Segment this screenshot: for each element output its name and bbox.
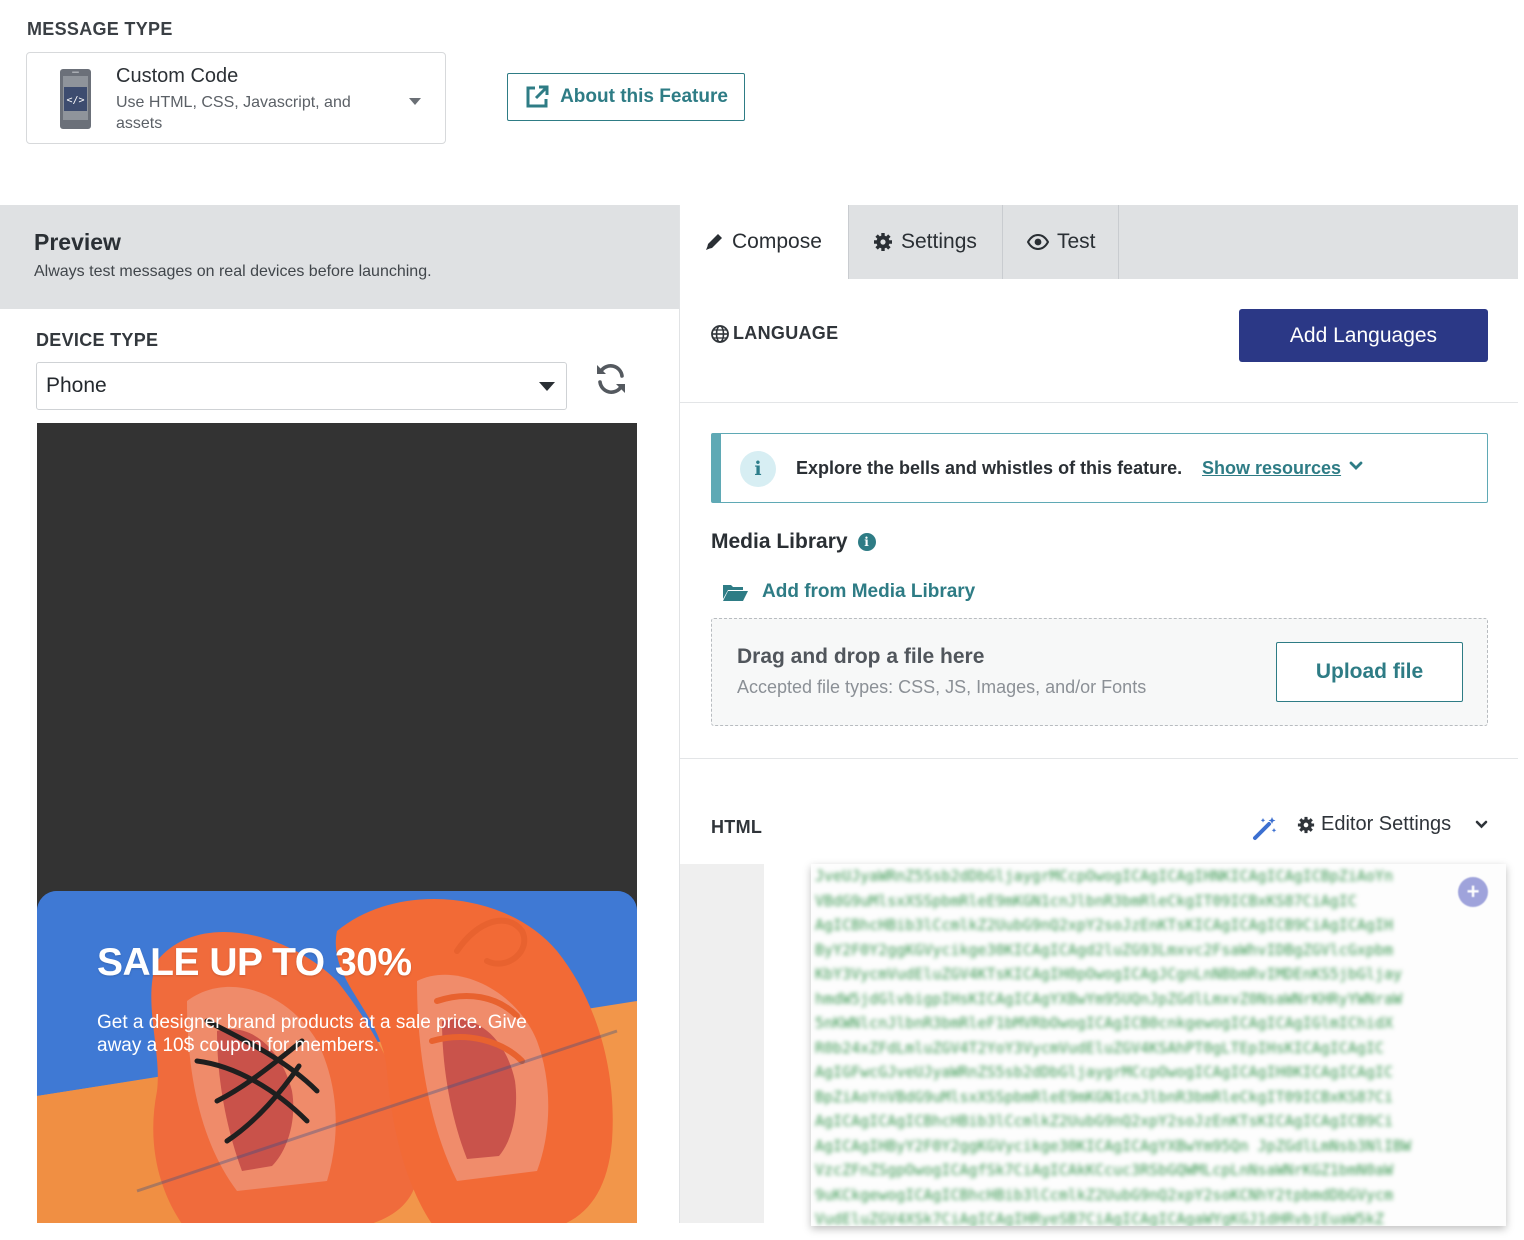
- language-label-text: LANGUAGE: [733, 323, 839, 343]
- device-type-value: Phone: [46, 374, 107, 397]
- upload-file-button[interactable]: Upload file: [1276, 642, 1463, 702]
- preview-title: Preview: [34, 229, 121, 255]
- language-label: LANGUAGE: [711, 323, 838, 344]
- pencil-icon: [706, 234, 722, 250]
- promo-card: SALE UP TO 30% Get a designer brand prod…: [37, 891, 637, 1223]
- eye-icon: [1027, 234, 1049, 250]
- chevron-down-icon: [409, 98, 421, 105]
- divider: [680, 758, 1518, 759]
- dropzone-subtitle: Accepted file types: CSS, JS, Images, an…: [737, 677, 1147, 697]
- external-link-icon: [526, 85, 549, 108]
- promo-text: Get a designer brand products at a sale …: [97, 1012, 527, 1056]
- tab-test[interactable]: Test: [1003, 205, 1119, 279]
- tabs-bar: Compose Settings Test: [680, 205, 1518, 279]
- info-icon: i: [740, 451, 776, 487]
- editor-add-button[interactable]: [1458, 877, 1488, 907]
- media-library-title-text: Media Library: [711, 530, 848, 553]
- tab-settings[interactable]: Settings: [849, 205, 1003, 279]
- message-type-title: Custom Code: [116, 65, 239, 87]
- about-feature-label: About this Feature: [560, 86, 728, 107]
- message-type-label: MESSAGE TYPE: [27, 19, 173, 39]
- info-banner: i Explore the bells and whistles of this…: [711, 433, 1488, 503]
- compose-panel: Compose Settings Test LANGUAGE Add Langu…: [679, 205, 1518, 1226]
- promo-title: SALE UP TO 30%: [97, 941, 412, 984]
- chevron-down-icon: [1475, 820, 1488, 829]
- editor-line-gutter: [680, 864, 764, 1223]
- message-type-select[interactable]: </> Custom Code Use HTML, CSS, Javascrip…: [26, 52, 446, 144]
- globe-icon: [711, 324, 729, 343]
- device-preview-screen: SALE UP TO 30% Get a designer brand prod…: [37, 423, 637, 1223]
- chevron-down-icon: [1349, 461, 1363, 470]
- preview-header: Preview Always test messages on real dev…: [0, 205, 680, 309]
- info-banner-text: Explore the bells and whistles of this f…: [796, 458, 1183, 478]
- gear-icon: [874, 233, 892, 251]
- refresh-icon[interactable]: [594, 362, 628, 396]
- message-type-description: Use HTML, CSS, Javascript, and assets: [116, 94, 351, 132]
- tab-compose-label: Compose: [732, 230, 822, 253]
- editor-settings-dropdown[interactable]: Editor Settings: [1297, 813, 1488, 836]
- gear-icon: [1297, 816, 1315, 833]
- html-code-editor[interactable]: JveUJyaWRnZ5Ssb2dDbGljaygrMCcpOwogICAgIC…: [811, 864, 1506, 1226]
- preview-subtitle: Always test messages on real devices bef…: [34, 263, 432, 280]
- tab-settings-label: Settings: [901, 230, 977, 253]
- code-content-blurred: JveUJyaWRnZ5Ssb2dDbGljaygrMCcpOwogICAgIC…: [815, 867, 1412, 1226]
- html-editor-label: HTML: [711, 817, 763, 837]
- media-library-title: Media Library i: [711, 530, 876, 554]
- about-feature-button[interactable]: About this Feature: [507, 73, 745, 121]
- tab-test-label: Test: [1057, 230, 1096, 253]
- add-languages-button[interactable]: Add Languages: [1239, 309, 1488, 362]
- add-from-media-library-link[interactable]: Add from Media Library: [722, 581, 975, 603]
- show-resources-label: Show resources: [1202, 458, 1342, 478]
- editor-settings-label: Editor Settings: [1321, 813, 1452, 835]
- info-icon[interactable]: i: [857, 533, 876, 551]
- folder-open-icon: [723, 585, 748, 601]
- tab-compose[interactable]: Compose: [680, 205, 849, 279]
- file-dropzone[interactable]: Drag and drop a file here Accepted file …: [711, 618, 1488, 726]
- custom-code-phone-icon: </>: [60, 69, 91, 129]
- add-from-media-library-label: Add from Media Library: [762, 581, 976, 602]
- divider: [680, 402, 1518, 403]
- svg-text:</>: </>: [66, 95, 84, 106]
- caret-down-icon: [539, 382, 555, 391]
- show-resources-link[interactable]: Show resources: [1202, 458, 1363, 479]
- magic-wand-icon[interactable]: [1252, 815, 1278, 841]
- device-type-select[interactable]: Phone: [36, 362, 567, 410]
- device-type-label: DEVICE TYPE: [36, 330, 159, 350]
- dropzone-title: Drag and drop a file here: [737, 645, 985, 668]
